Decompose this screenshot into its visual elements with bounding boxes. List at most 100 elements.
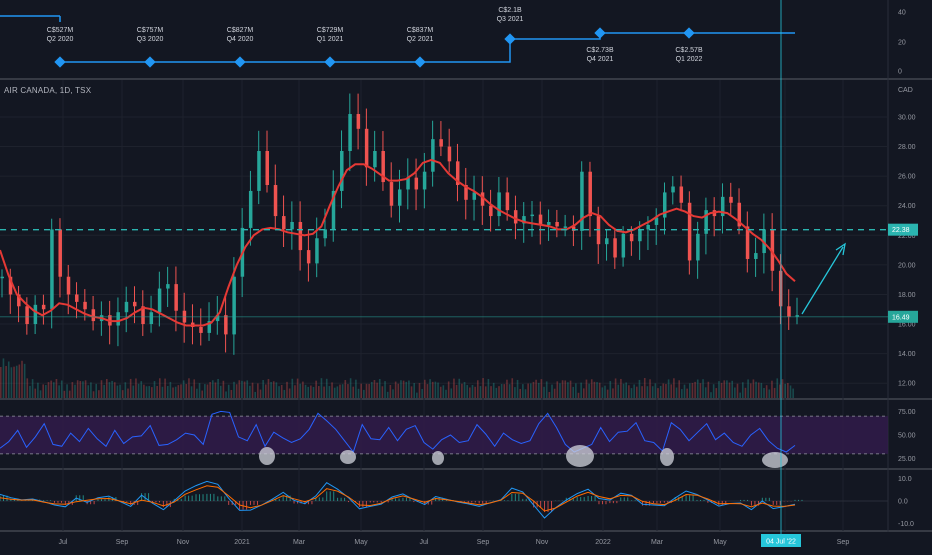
volume-bar [222,380,225,398]
candle-body [629,233,634,242]
volume-bar [514,387,516,398]
volume-bar [657,388,659,398]
x-tick-label: Nov [177,539,190,546]
volume-bar [177,385,180,398]
candle-body [439,139,443,147]
volume-bar [79,381,82,398]
volume-bar [463,382,466,398]
price-tick-label: 24.00 [898,203,916,210]
candle-body [364,128,369,168]
volume-bar [789,385,792,398]
candle-body [265,150,269,186]
candle-body [174,284,178,311]
volume-bar [620,378,622,398]
volume-bar [243,381,246,398]
volume-bar [246,380,249,398]
rsi-tick-label: 50.00 [898,433,916,440]
candle-body [431,139,435,172]
volume-bar [29,385,31,398]
candle-body [0,276,4,279]
volume-bar [113,382,116,398]
price-tick-label: 12.00 [898,381,916,388]
fundamentals-value: C$837M [407,27,434,34]
volume-bar [368,383,370,398]
volume-bar [143,384,145,398]
volume-bar [296,378,299,398]
volume-bar [180,384,182,398]
volume-bar [18,364,21,398]
volume-bar [339,384,341,398]
volume-bar [291,378,294,398]
candle-body [33,304,38,325]
volume-bar [559,383,561,398]
oversold-marker [432,451,444,465]
candle-body [638,229,642,242]
candle-body [373,150,377,168]
volume-bar [235,384,238,398]
volume-bar [540,379,543,398]
volume-bar [280,384,283,398]
volume-bar [116,385,119,398]
volume-bar [76,380,79,398]
volume-bar [349,378,352,398]
volume-bar [569,380,572,398]
rsi-tick-label: 25.00 [898,456,916,463]
volume-bar [318,386,320,398]
volume-bar [434,381,437,398]
volume-bar [283,389,286,398]
volume-bar [479,386,482,398]
volume-bar [323,386,325,398]
candle-body [58,229,62,277]
candle-body [547,221,551,225]
volume-bar [212,380,214,398]
candle-body [83,301,87,310]
volume-bar [572,386,574,398]
candle-body [505,192,510,211]
candle-body [133,301,137,307]
volume-bar [386,391,389,398]
volume-bar [299,383,302,398]
volume-bar [42,384,44,398]
volume-bar [159,378,161,398]
volume-bar [715,388,718,398]
volume-bar [604,385,606,398]
volume-bar [217,379,219,398]
volume-bar [0,367,2,398]
volume-bar [206,384,209,398]
volume-bar [477,380,479,398]
candle-body [787,306,791,317]
volume-bar [400,380,402,398]
volume-bar [257,383,259,398]
volume-bar [201,390,203,398]
volume-bar [286,381,288,398]
volume-bar [344,380,347,398]
volume-bar [723,380,726,398]
volume-bar [410,386,413,398]
volume-bar [670,384,673,398]
volume-bar [331,382,333,398]
volume-bar [5,366,7,398]
oversold-marker [340,450,356,464]
volume-bar [447,381,450,398]
volume-bar [617,384,620,398]
volume-bar [675,387,678,398]
rsi-pane[interactable] [0,410,888,455]
volume-bar [272,381,275,398]
candle-body [273,185,278,217]
oversold-marker [259,447,275,465]
chart-canvas[interactable]: C$527M Q2 2020 C$757M Q3 2020 C$827M Q4 2020 C… [0,0,932,550]
volume-bar [378,379,381,398]
volume-bar [166,386,169,398]
volume-bar [614,378,617,398]
volume-bar [55,378,58,398]
volume-bar [678,380,680,398]
fundamentals-period: Q1 2021 [317,36,344,43]
candle-body [414,177,419,190]
volume-bar [336,386,339,398]
volume-bar [50,380,52,398]
candle-body [199,327,203,333]
volume-bar [270,381,272,398]
candle-body [315,238,319,264]
candle-body [422,171,427,190]
chart-window[interactable]: C$527M Q2 2020 C$757M Q3 2020 C$827M Q4 2020 C… [0,0,932,550]
